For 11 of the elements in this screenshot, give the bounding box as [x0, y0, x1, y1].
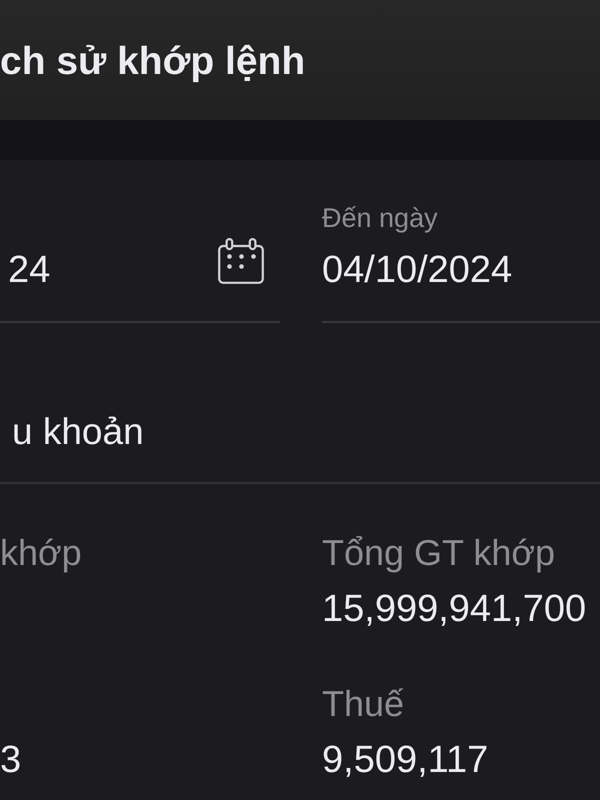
- to-date-field[interactable]: Đến ngày 04/10/2024: [322, 200, 600, 323]
- summary-label: Thuế: [322, 682, 404, 726]
- summary-value: 15,999,941,700: [322, 587, 586, 632]
- summary-label: khớp: [0, 531, 82, 575]
- calendar-icon: [218, 238, 264, 284]
- summary-value: 3: [0, 738, 22, 783]
- from-date-field[interactable]: 24: [0, 200, 280, 323]
- summary-value: 9,509,117: [322, 738, 488, 783]
- sub-account-label: u khoản: [11, 410, 144, 454]
- page-title: ch sử khớp lệnh: [0, 39, 306, 85]
- summary-label: Tổng GT khớp: [322, 531, 556, 575]
